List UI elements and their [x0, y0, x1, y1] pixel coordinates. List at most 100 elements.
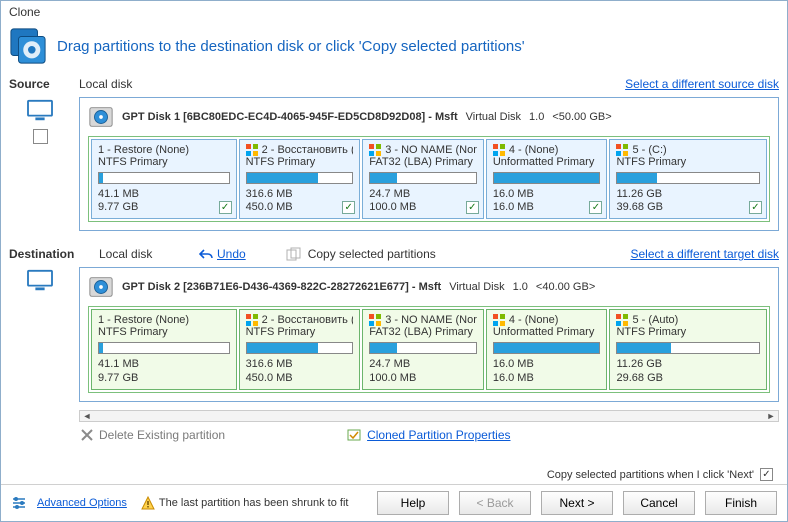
- select-source-link[interactable]: Select a different source disk: [625, 77, 779, 91]
- partition-title: 1 - Restore (None): [98, 144, 230, 156]
- cancel-button[interactable]: Cancel: [623, 491, 695, 515]
- dest-disk-box: GPT Disk 2 [236B71E6-D436-4369-822C-2827…: [79, 267, 779, 401]
- undo-button[interactable]: Undo: [199, 247, 246, 261]
- source-area: GPT Disk 1 [6BC80EDC-EC4D-4065-945F-ED5C…: [1, 93, 787, 239]
- source-bar: Source Local disk Select a different sou…: [1, 75, 787, 93]
- windows-icon: [369, 314, 381, 326]
- dest-disk-name: GPT Disk 2 [236B71E6-D436-4369-822C-2827…: [122, 281, 441, 293]
- source-select-all-checkbox[interactable]: [33, 129, 48, 144]
- partition[interactable]: 1 - Restore (None)NTFS Primary 41.1 MB9.7…: [91, 139, 237, 219]
- footer: Advanced Options The last partition has …: [1, 484, 787, 521]
- partition-fs: FAT32 (LBA) Primary: [369, 156, 477, 168]
- dest-row-controls: Delete Existing partition Cloned Partiti…: [1, 426, 787, 448]
- cloned-properties-button[interactable]: Cloned Partition Properties: [347, 428, 510, 442]
- copy-icon: [286, 247, 302, 261]
- partition-checkbox[interactable]: ✓: [466, 201, 479, 214]
- select-target-link[interactable]: Select a different target disk: [630, 247, 779, 261]
- partition[interactable]: 5 - (C:)NTFS Primary11.26 GB39.68 GB✓: [609, 139, 767, 219]
- windows-icon: [616, 144, 628, 156]
- partition[interactable]: 1 - Restore (None)NTFS Primary41.1 MB9.7…: [91, 309, 237, 389]
- copy-selected-label: Copy selected partitions: [308, 247, 436, 261]
- dest-disk-ver: 1.0: [513, 281, 528, 293]
- partition[interactable]: 3 - NO NAME (NorFAT32 (LBA) Primary 24.7 …: [362, 309, 484, 389]
- help-button[interactable]: Help: [377, 491, 449, 515]
- properties-icon: [347, 429, 361, 441]
- partition-checkbox[interactable]: ✓: [749, 201, 762, 214]
- windows-icon: [369, 144, 381, 156]
- dest-partition-row: 1 - Restore (None) NTFS Primary 41.1 MB9.7…: [88, 306, 770, 392]
- partition-title: 4 - (None): [493, 314, 601, 326]
- window-title: Clone: [1, 1, 787, 23]
- dest-bar: Destination Local disk Undo Copy selecte…: [1, 245, 787, 263]
- partition-title: 2 - Восстановить (Non: [246, 144, 354, 156]
- partition-fs: Unformatted Primary: [493, 156, 601, 168]
- partition-usage-bar: [98, 342, 230, 354]
- back-button[interactable]: < Back: [459, 491, 531, 515]
- partition-title: 2 - Восстановить (Nor: [246, 314, 354, 326]
- partition-title: 3 - NO NAME (Nor: [369, 314, 477, 326]
- windows-icon: [493, 314, 505, 326]
- delete-partition-label: Delete Existing partition: [99, 428, 225, 442]
- finish-button[interactable]: Finish: [705, 491, 777, 515]
- partition-usage-bar: [616, 342, 760, 354]
- dest-area: GPT Disk 2 [236B71E6-D436-4369-822C-2827…: [1, 263, 787, 409]
- partition[interactable]: 2 - Восстановить (NorNTFS Primary 316.6 M…: [239, 309, 361, 389]
- partition[interactable]: 4 - (None)Unformatted Primary 16.0 MB16.0…: [486, 139, 608, 219]
- source-disk-size: <50.00 GB>: [552, 111, 611, 123]
- partition[interactable]: 5 - (Auto)NTFS Primary11.26 GB29.68 GB: [609, 309, 767, 389]
- disk-icon: [88, 274, 114, 300]
- status-message: The last partition has been shrunk to fi…: [141, 496, 349, 510]
- partition[interactable]: 2 - Восстановить (NonNTFS Primary316.6 M…: [239, 139, 361, 219]
- dest-scrollbar[interactable]: ◄ ►: [79, 410, 779, 422]
- advanced-options-link[interactable]: Advanced Options: [37, 497, 127, 509]
- copy-selected-button[interactable]: Copy selected partitions: [286, 247, 436, 261]
- partition-sizes: 41.1 MB9.77 GB: [98, 358, 230, 384]
- partition-sizes: 24.7 MB100.0 MB: [369, 358, 477, 384]
- partition-title: 1 - Restore (None): [98, 314, 230, 326]
- partition-sizes: 16.0 MB16.0 MB: [493, 188, 601, 214]
- sliders-icon: [11, 495, 27, 511]
- source-computer-icon: [26, 99, 54, 123]
- partition-sizes: 316.6 MB450.0 MB: [246, 358, 354, 384]
- partition-fs: FAT32 (LBA) Primary: [369, 326, 477, 338]
- scroll-right-icon[interactable]: ►: [764, 411, 778, 421]
- source-disk-header: GPT Disk 1 [6BC80EDC-EC4D-4065-945F-ED5C…: [88, 104, 770, 130]
- scroll-left-icon[interactable]: ◄: [80, 411, 94, 421]
- source-disk-name: GPT Disk 1 [6BC80EDC-EC4D-4065-945F-ED5C…: [122, 111, 458, 123]
- dest-disk-type: Virtual Disk: [449, 281, 504, 293]
- warning-icon: [141, 496, 155, 510]
- partition-usage-bar: [493, 172, 601, 184]
- dest-label: Destination: [9, 247, 99, 261]
- partition-fs: NTFS Primary: [98, 156, 230, 168]
- dest-disk-size: <40.00 GB>: [536, 281, 595, 293]
- windows-icon: [246, 144, 258, 156]
- partition-checkbox[interactable]: ✓: [219, 201, 232, 214]
- partition-checkbox[interactable]: ✓: [589, 201, 602, 214]
- dest-sublabel: Local disk: [99, 247, 199, 261]
- partition-title: 5 - (Auto): [616, 314, 760, 326]
- partition-fs: Unformatted Primary: [493, 326, 601, 338]
- partition-sizes: 41.1 MB9.77 GB: [98, 188, 230, 214]
- source-disk-box: GPT Disk 1 [6BC80EDC-EC4D-4065-945F-ED5C…: [79, 97, 779, 231]
- partition-fs: NTFS Primary: [246, 326, 354, 338]
- partition-title: 3 - NO NAME (Non: [369, 144, 477, 156]
- partition-title: 4 - (None): [493, 144, 601, 156]
- partition[interactable]: 4 - (None)Unformatted Primary16.0 MB16.0…: [486, 309, 608, 389]
- partition-usage-bar: [369, 172, 477, 184]
- partition-sizes: 24.7 MB100.0 MB: [369, 188, 477, 214]
- next-button[interactable]: Next >: [541, 491, 613, 515]
- partition-fs: NTFS Primary: [246, 156, 354, 168]
- cloned-properties-label: Cloned Partition Properties: [367, 428, 510, 442]
- partition-usage-bar: [246, 342, 354, 354]
- partition-checkbox[interactable]: ✓: [342, 201, 355, 214]
- header: Drag partitions to the destination disk …: [1, 23, 787, 75]
- disk-icon: [88, 104, 114, 130]
- partition-usage-bar: [493, 342, 601, 354]
- partition[interactable]: 3 - NO NAME (NonFAT32 (LBA) Primary 24.7 …: [362, 139, 484, 219]
- copy-when-next-checkbox[interactable]: ✓: [760, 468, 773, 481]
- source-sublabel: Local disk: [79, 77, 209, 91]
- source-disk-type: Virtual Disk: [466, 111, 521, 123]
- delete-partition-button[interactable]: Delete Existing partition: [81, 428, 225, 442]
- partition-sizes: 11.26 GB39.68 GB: [616, 188, 760, 214]
- partition-usage-bar: [616, 172, 760, 184]
